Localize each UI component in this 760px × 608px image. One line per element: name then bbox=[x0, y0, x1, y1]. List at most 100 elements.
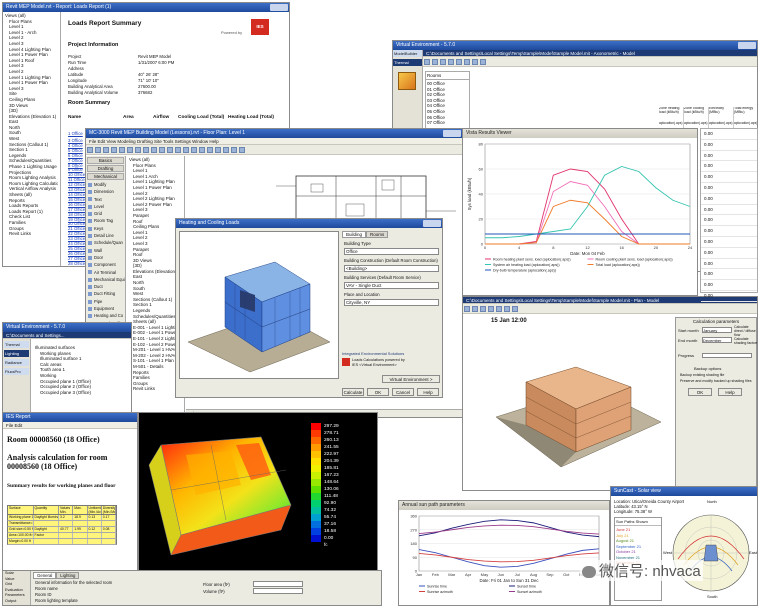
end-month-select[interactable]: December bbox=[702, 337, 732, 343]
vista-line-chart[interactable]: 0204060800 4 8 12 16 20 24Date: Mon 04 FebSys … bbox=[463, 138, 698, 296]
ok-button[interactable]: OK bbox=[688, 388, 712, 396]
design-tool[interactable]: Door bbox=[88, 254, 125, 261]
ve-app-tab[interactable]: Thermal bbox=[4, 341, 29, 348]
tool-icon[interactable] bbox=[191, 147, 197, 153]
tool-icon[interactable] bbox=[151, 147, 157, 153]
tool-icon[interactable] bbox=[143, 147, 149, 153]
design-tool[interactable]: Dimension bbox=[88, 188, 125, 195]
design-tool[interactable]: Room Tag bbox=[88, 217, 125, 224]
tool-icon[interactable] bbox=[159, 147, 165, 153]
ok-button[interactable]: OK bbox=[367, 388, 389, 396]
design-tool[interactable]: Component bbox=[88, 261, 125, 268]
sun-path-line-chart[interactable]: 090180270360Jan Feb Mar Apr May Jun Jul Aug Sep O… bbox=[399, 510, 610, 606]
virtual-environment-button[interactable]: Virtual Environment > bbox=[382, 375, 440, 383]
design-tool[interactable]: Air Terminal bbox=[88, 269, 125, 276]
ve-top-titlebar[interactable]: Virtual Environment - 5.7.0 bbox=[393, 41, 757, 50]
design-bar-tab[interactable]: Mechanical bbox=[87, 173, 124, 180]
tool-icon[interactable] bbox=[480, 306, 486, 312]
tool-icon[interactable] bbox=[231, 147, 237, 153]
tool-icon[interactable] bbox=[207, 147, 213, 153]
rooms-tree[interactable]: 00 Office 01 Office 02 Office 03 Office 04 O… bbox=[426, 80, 469, 127]
panel-side-button[interactable]: Output bbox=[3, 599, 30, 605]
tool-icon[interactable] bbox=[87, 147, 93, 153]
tree-item[interactable]: Room Lighting Analysis bbox=[5, 175, 58, 181]
thermal-tab[interactable]: Thermal bbox=[393, 59, 422, 66]
tool-icon[interactable] bbox=[95, 147, 101, 153]
design-tool[interactable]: Heating and Co bbox=[88, 312, 125, 319]
tool-icon[interactable] bbox=[512, 306, 518, 312]
design-tool[interactable]: Wall bbox=[88, 247, 125, 254]
tool-icon[interactable] bbox=[456, 59, 462, 65]
design-bar-tab[interactable]: Basics bbox=[87, 157, 124, 164]
loads-report-titlebar[interactable]: Revit MEP Model.rvt - Report: Loads Repo… bbox=[3, 3, 289, 12]
ve-app-tab[interactable]: FlucsPro bbox=[4, 368, 29, 375]
ve-left-titlebar[interactable]: Virtual Environment - 5.7.0 bbox=[3, 323, 131, 332]
window-controls[interactable] bbox=[423, 220, 441, 227]
tool-icon[interactable] bbox=[432, 59, 438, 65]
window-controls[interactable] bbox=[270, 4, 288, 11]
building-3d-view[interactable] bbox=[179, 231, 339, 379]
design-tool[interactable]: Level bbox=[88, 203, 125, 210]
design-bar-tab[interactable]: Drafting bbox=[87, 165, 124, 172]
tool-icon[interactable] bbox=[199, 147, 205, 153]
tool-icon[interactable] bbox=[215, 147, 221, 153]
chart-titlebar[interactable]: Vista Results Viewer bbox=[463, 129, 697, 138]
start-month-select[interactable]: January bbox=[702, 327, 732, 333]
tool-icon[interactable] bbox=[223, 147, 229, 153]
design-tool[interactable]: Duct bbox=[88, 283, 125, 290]
tool-icon[interactable] bbox=[488, 306, 494, 312]
ies-report-titlebar[interactable]: IES Report bbox=[3, 413, 137, 422]
sun-path-diagram[interactable] bbox=[666, 501, 756, 601]
tool-icon[interactable] bbox=[239, 147, 245, 153]
ve-top-3d-view[interactable] bbox=[473, 71, 658, 91]
design-tool[interactable]: Equipment bbox=[88, 305, 125, 312]
window-controls[interactable] bbox=[738, 42, 756, 49]
rooms-dropdown[interactable]: Rooms bbox=[426, 72, 469, 80]
tree-item[interactable]: Level 2 Lighting Plan bbox=[129, 196, 182, 202]
backup-option-2[interactable]: Preserve and modify backed up shading fi… bbox=[680, 379, 752, 383]
ve-app-tab[interactable]: Radiance bbox=[4, 359, 29, 366]
help-button[interactable]: Help bbox=[718, 388, 742, 396]
ve-left-tree[interactable]: Illuminated surfaces Working planes Illumi… bbox=[35, 345, 105, 396]
tool-icon[interactable] bbox=[135, 147, 141, 153]
services-select[interactable]: VAV - Single Duct bbox=[344, 282, 439, 289]
tool-icon[interactable] bbox=[472, 59, 478, 65]
calculate-button[interactable]: Calculate bbox=[342, 388, 364, 396]
tool-icon[interactable] bbox=[111, 147, 117, 153]
modelbuilder-tab[interactable]: ModelBuilder bbox=[393, 50, 422, 57]
construction-select[interactable]: <Building> bbox=[344, 265, 439, 272]
room-item[interactable]: 07 Office bbox=[427, 120, 468, 126]
tool-icon[interactable] bbox=[480, 59, 486, 65]
tool-icon[interactable] bbox=[424, 59, 430, 65]
tool-icon[interactable] bbox=[183, 147, 189, 153]
design-tool[interactable]: Modify bbox=[88, 181, 125, 188]
ve-app-tab[interactable]: Lighting bbox=[4, 350, 29, 357]
building-type-select[interactable]: Office bbox=[344, 248, 439, 255]
tool-icon[interactable] bbox=[464, 59, 470, 65]
tree-item[interactable]: Occupied plane 3 (Office) bbox=[35, 390, 105, 396]
revit-titlebar[interactable]: MC-3000 Revit MEP Building Model (Lesson… bbox=[86, 129, 462, 138]
ve-mid-3d-view[interactable] bbox=[491, 327, 671, 487]
design-tool[interactable]: Schedule/Quan bbox=[88, 239, 125, 246]
dialog-tab[interactable]: Rooms bbox=[366, 231, 389, 238]
room-summary-cell[interactable]: 1 Office bbox=[68, 131, 83, 136]
tool-icon[interactable] bbox=[464, 306, 470, 312]
design-tool[interactable]: Text bbox=[88, 196, 125, 203]
help-button[interactable]: Help bbox=[417, 388, 439, 396]
design-tool[interactable]: Keys bbox=[88, 225, 125, 232]
design-tool[interactable]: Mechanical Equi bbox=[88, 276, 125, 283]
dialog-tab[interactable]: Building bbox=[342, 231, 367, 238]
option-direct-diffuse[interactable]: Calculate direct / diffuse flow bbox=[734, 325, 757, 337]
illuminance-false-colour[interactable] bbox=[141, 425, 301, 575]
tool-icon[interactable] bbox=[175, 147, 181, 153]
design-tool[interactable]: Grid bbox=[88, 210, 125, 217]
tree-item[interactable]: Phase 1 Lighting Usage bbox=[5, 164, 58, 170]
design-tool[interactable]: Detail Line bbox=[88, 232, 125, 239]
tool-icon[interactable] bbox=[127, 147, 133, 153]
tool-icon[interactable] bbox=[496, 306, 502, 312]
thermal-app-icon[interactable] bbox=[398, 72, 416, 90]
tool-icon[interactable] bbox=[504, 306, 510, 312]
suncast-titlebar[interactable]: SunCast - Solar view bbox=[611, 487, 757, 496]
sun-path-titlebar[interactable]: Annual sun path parameters bbox=[399, 501, 609, 510]
tool-icon[interactable] bbox=[103, 147, 109, 153]
